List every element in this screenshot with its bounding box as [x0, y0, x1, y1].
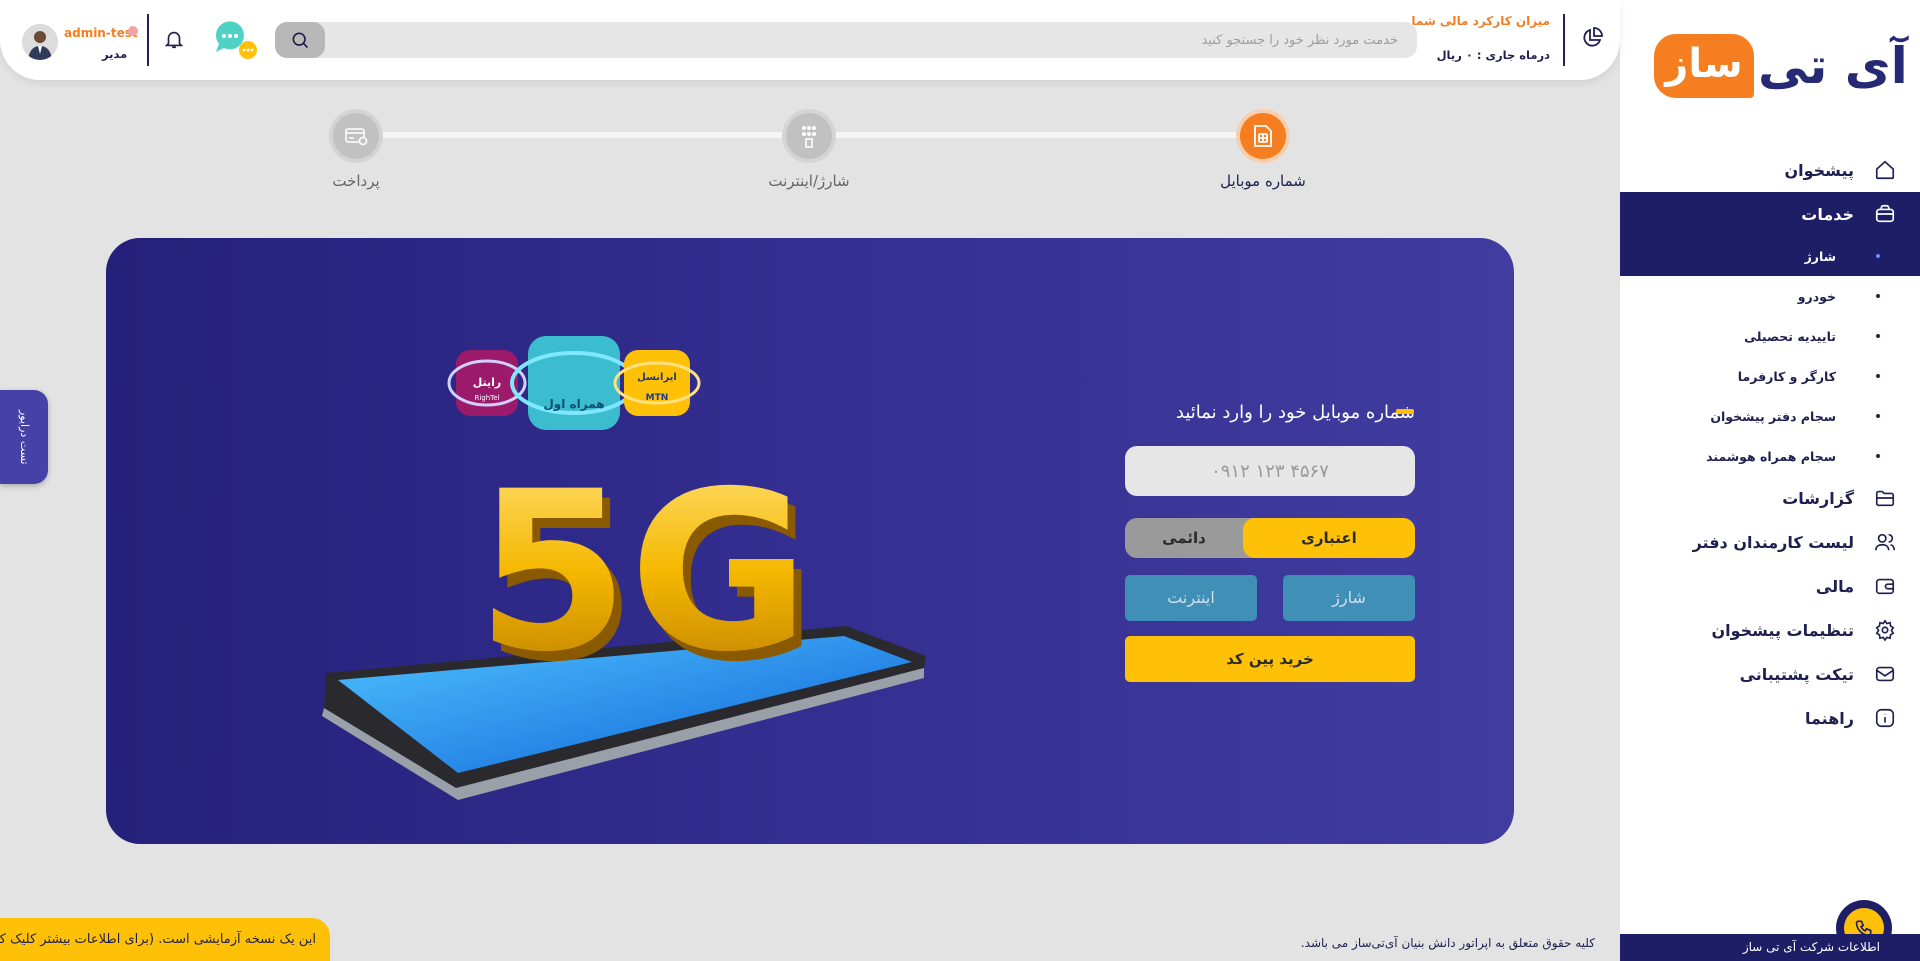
chat-icon[interactable]	[212, 18, 260, 60]
users-icon	[1872, 529, 1898, 555]
sidebar-item-label: خدمات	[1801, 204, 1854, 224]
step-mobile-label: شماره موبایل	[1220, 172, 1306, 190]
sidebar-item-settings[interactable]: تنظیمات پیشخوان	[1620, 608, 1920, 652]
finance-amount: درماه جاری : ۰ ریال	[1436, 48, 1550, 62]
sub-item-sejam-mobile[interactable]: سجام همراه هوشمند	[1620, 436, 1920, 476]
sim-card-icon	[1254, 125, 1272, 147]
user-role: مدیر	[102, 47, 128, 61]
brand-logo[interactable]: ساز آی تی	[1652, 28, 1908, 104]
pie-chart-icon[interactable]	[1580, 26, 1604, 50]
sidebar-item-dashboard[interactable]: پیشخوان	[1620, 148, 1920, 192]
sidebar-item-label: لیست کارمندان دفتر	[1692, 532, 1854, 552]
sub-item-employer[interactable]: کارگر و کارفرما	[1620, 356, 1920, 396]
avatar[interactable]	[22, 24, 58, 60]
sidebar: ساز آی تی پیشخوان خدمات شارژ خودرو تایید…	[1620, 0, 1920, 961]
sim-postpaid-option[interactable]: دائمی	[1125, 518, 1243, 558]
svg-text:ایرانسل: ایرانسل	[637, 372, 677, 383]
mobile-number-input[interactable]	[1125, 446, 1415, 496]
top-header: میزان کارکرد مالی شما درماه جاری : ۰ ریا…	[0, 0, 1620, 80]
sidebar-item-label: تنظیمات پیشخوان	[1711, 620, 1854, 640]
svg-text:رایتل: رایتل	[473, 376, 502, 389]
step-payment-label: پرداخت	[332, 172, 380, 190]
step-mobile-circle	[1240, 113, 1286, 159]
operator-irancell-logo: ایرانسل MTN	[613, 350, 701, 416]
buy-pin-button[interactable]: خرید پین کد	[1125, 636, 1415, 682]
bullet-dot	[1876, 374, 1880, 378]
sidebar-item-label: گزارشات	[1782, 488, 1854, 508]
payment-card-icon	[345, 128, 368, 146]
step-payment-circle	[333, 113, 379, 159]
logo-highlight: ساز	[1654, 34, 1754, 98]
step-charge-circle	[786, 113, 832, 159]
form-title: شماره موبایل خود را وارد نمائید	[1175, 402, 1415, 423]
company-info-link[interactable]: اطلاعات شرکت آی تی ساز	[1620, 934, 1920, 961]
bullet-dot	[1876, 294, 1880, 298]
bullet-dot	[1876, 254, 1880, 258]
sim-type-toggle: دائمی اعتباری	[1125, 518, 1415, 558]
bullet-dot	[1876, 454, 1880, 458]
finance-title: میزان کارکرد مالی شما	[1411, 14, 1550, 28]
sidebar-item-staff[interactable]: لیست کارمندان دفتر	[1620, 520, 1920, 564]
folder-icon	[1872, 485, 1898, 511]
sub-active-wrap: شارژ	[1620, 236, 1920, 276]
logo-text: آی تی	[1758, 37, 1908, 95]
bell-icon[interactable]	[163, 28, 185, 50]
svg-text:RighTel: RighTel	[474, 394, 499, 402]
keypad-icon	[802, 126, 816, 148]
sidebar-item-finance[interactable]: مالی	[1620, 564, 1920, 608]
sub-item-car[interactable]: خودرو	[1620, 276, 1920, 316]
gear-icon	[1872, 617, 1898, 643]
svg-text:همراه اول: همراه اول	[543, 397, 604, 412]
5g-badge: 5G 5G	[476, 444, 818, 710]
bullet-dot	[1876, 334, 1880, 338]
mail-icon	[1872, 661, 1898, 687]
title-accent-bar	[1396, 409, 1414, 414]
step-charge-label: شارژ/اینترنت	[768, 172, 850, 190]
sidebar-item-label: تیکت پشتیبانی	[1739, 664, 1854, 684]
sub-item-label: شارژ	[1804, 248, 1836, 264]
sidebar-item-ticket[interactable]: تیکت پشتیبانی	[1620, 652, 1920, 696]
search-icon	[292, 32, 309, 49]
bullet-dot	[1876, 414, 1880, 418]
sub-item-label: تاییدیه تحصیلی	[1744, 328, 1836, 344]
sub-item-sejam-office[interactable]: سجام دفتر پیشخوان	[1620, 396, 1920, 436]
sidebar-item-label: مالی	[1815, 576, 1854, 596]
sidebar-item-label: پیشخوان	[1784, 160, 1854, 180]
status-indicator	[128, 26, 138, 36]
trial-banner[interactable]: این یک نسخه آزمایشی است. (برای اطلاعات ب…	[0, 918, 330, 961]
sidebar-item-services[interactable]: خدمات	[1620, 192, 1920, 236]
sim-prepaid-option[interactable]: اعتباری	[1243, 518, 1415, 558]
briefcase-icon	[1872, 201, 1898, 227]
sub-item-education[interactable]: تاییدیه تحصیلی	[1620, 316, 1920, 356]
search-bar	[275, 22, 1417, 58]
sub-item-label: کارگر و کارفرما	[1737, 368, 1836, 384]
sidebar-item-reports[interactable]: گزارشات	[1620, 476, 1920, 520]
copyright-text: کلیه حقوق متعلق به اپراتور دانش بنیان آی…	[1300, 936, 1595, 950]
search-button[interactable]	[275, 22, 325, 58]
sidebar-nav: پیشخوان خدمات شارژ خودرو تاییدیه تحصیلی …	[1620, 148, 1920, 740]
info-icon	[1872, 705, 1898, 731]
charge-button[interactable]: شارژ	[1283, 575, 1415, 621]
test-driver-tab[interactable]: تست درایور	[0, 390, 48, 484]
sidebar-item-help[interactable]: راهنما	[1620, 696, 1920, 740]
sub-item-label: سجام دفتر پیشخوان	[1710, 408, 1836, 424]
header-divider	[1563, 14, 1565, 66]
operator-mci-logo: همراه اول	[510, 336, 638, 430]
sub-item-label: خودرو	[1797, 288, 1836, 304]
wallet-icon	[1872, 573, 1898, 599]
sub-item-label: سجام همراه هوشمند	[1706, 448, 1836, 464]
internet-button[interactable]: اینترنت	[1125, 575, 1257, 621]
sub-item-charge[interactable]: شارژ	[1620, 236, 1920, 276]
sidebar-item-label: راهنما	[1804, 708, 1854, 728]
home-icon	[1872, 157, 1898, 183]
search-input[interactable]	[325, 22, 1410, 58]
svg-text:MTN: MTN	[646, 393, 669, 403]
svg-text:5G: 5G	[476, 444, 810, 700]
